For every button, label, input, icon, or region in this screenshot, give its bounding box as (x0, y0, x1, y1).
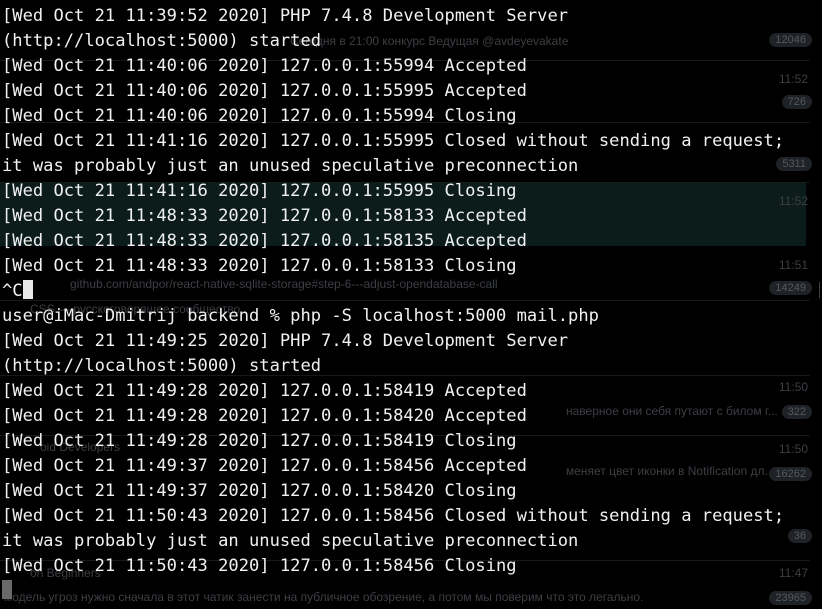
interrupt-signal: ^C (2, 281, 23, 301)
log-line: [Wed Oct 21 11:40:06 2020] 127.0.0.1:559… (2, 106, 517, 126)
log-line: [Wed Oct 21 11:48:33 2020] 127.0.0.1:581… (2, 256, 517, 276)
log-line: [Wed Oct 21 11:50:43 2020] 127.0.0.1:584… (2, 506, 795, 551)
cursor-block-icon (22, 280, 33, 299)
log-line: [Wed Oct 21 11:50:43 2020] 127.0.0.1:584… (2, 556, 517, 576)
log-line: [Wed Oct 21 11:40:06 2020] 127.0.0.1:559… (2, 81, 527, 101)
log-line: [Wed Oct 21 11:48:33 2020] 127.0.0.1:581… (2, 206, 527, 226)
log-line: [Wed Oct 21 11:40:06 2020] 127.0.0.1:559… (2, 56, 527, 76)
log-line: [Wed Oct 21 11:48:33 2020] 127.0.0.1:581… (2, 231, 527, 251)
log-line: [Wed Oct 21 11:49:28 2020] 127.0.0.1:584… (2, 431, 517, 451)
log-line: [Wed Oct 21 11:41:16 2020] 127.0.0.1:559… (2, 131, 795, 176)
interrupt-line: ^C (2, 279, 808, 304)
log-line: [Wed Oct 21 11:41:16 2020] 127.0.0.1:559… (2, 181, 517, 201)
input-line[interactable] (2, 579, 808, 604)
command-line[interactable]: user@iMac-Dmitrij backend % php -S local… (2, 304, 808, 329)
log-line: [Wed Oct 21 11:49:25 2020] PHP 7.4.8 Dev… (2, 331, 579, 376)
log-line: [Wed Oct 21 11:39:52 2020] PHP 7.4.8 Dev… (2, 6, 579, 51)
terminal-window[interactable]: Сегодня в 21:00 конкурс Ведущая @avdeyev… (0, 0, 822, 609)
log-line: [Wed Oct 21 11:49:37 2020] 127.0.0.1:584… (2, 481, 517, 501)
terminal-output: [Wed Oct 21 11:39:52 2020] PHP 7.4.8 Dev… (2, 4, 808, 604)
shell-prompt: user@iMac-Dmitrij backend % (2, 306, 291, 326)
log-line: [Wed Oct 21 11:49:37 2020] 127.0.0.1:584… (2, 456, 527, 476)
background-scroll-handle (814, 282, 820, 298)
log-line: [Wed Oct 21 11:49:28 2020] 127.0.0.1:584… (2, 406, 527, 426)
text-cursor-icon (2, 580, 12, 599)
shell-command: php -S localhost:5000 mail.php (290, 306, 599, 326)
log-line: [Wed Oct 21 11:49:28 2020] 127.0.0.1:584… (2, 381, 527, 401)
